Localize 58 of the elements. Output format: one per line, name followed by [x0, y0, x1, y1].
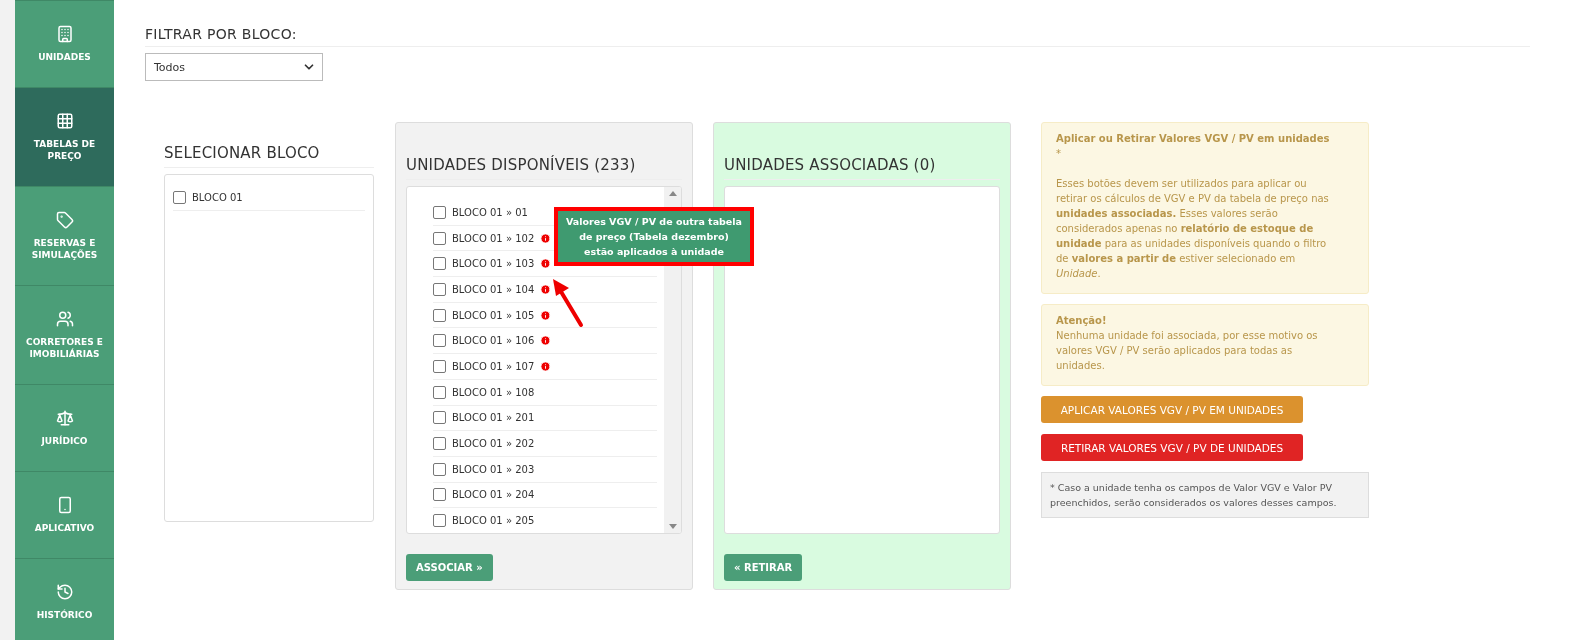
info-icon[interactable]	[540, 335, 552, 347]
tooltip: Valores VGV / PV de outra tabela de preço (Tabela dezembro) estão aplicados à unidade	[554, 207, 754, 266]
sidebar-item[interactable]: TABELAS DE PREÇO	[15, 87, 114, 186]
remove-button[interactable]: « RETIRAR	[724, 554, 803, 581]
checkbox[interactable]	[433, 437, 446, 451]
building-icon	[55, 25, 74, 43]
unit-label: BLOCO 01 » 203	[452, 463, 535, 475]
action-button[interactable]: APLICAR VALORES VGV / PV EM UNIDADES	[1041, 396, 1303, 423]
unit-label: BLOCO 01 » 107	[452, 360, 535, 372]
checkbox[interactable]	[433, 257, 446, 271]
checkbox[interactable]	[433, 334, 446, 348]
info-icon[interactable]	[540, 258, 552, 270]
checkbox[interactable]	[433, 231, 446, 245]
unit-label: BLOCO 01 » 205	[452, 515, 535, 527]
unit-label: BLOCO 01 » 01	[452, 206, 528, 218]
checkbox[interactable]	[433, 411, 446, 425]
unit-label: BLOCO 01 » 108	[452, 386, 535, 398]
arrow-annotation	[551, 278, 585, 328]
info-icon[interactable]	[540, 283, 552, 295]
info-text: Esses botões devem ser utilizados para aplicar ou retirar os cálculos de VGV e PV da tabela de preço nas unidades associadas. Esses valores serão considerados apenas no relatório de estoque de unidade para as unidades disponíveis quando o filtro de valores a partir de estiver selecionado em Unidade.	[1056, 177, 1330, 281]
tag-icon	[55, 211, 74, 229]
unit-label: BLOCO 01 » 202	[452, 438, 535, 450]
checkbox[interactable]	[433, 488, 446, 502]
block-label: BLOCO 01	[192, 191, 243, 203]
block-select[interactable]: Todos	[145, 53, 323, 81]
info-icon[interactable]	[540, 360, 552, 372]
checkbox[interactable]	[433, 514, 446, 528]
unit-label: BLOCO 01 » 102	[452, 232, 535, 244]
scale-icon	[55, 409, 74, 427]
unit-label: BLOCO 01 » 106	[452, 335, 535, 347]
checkbox[interactable]	[433, 282, 446, 296]
section-heading: UNIDADES ASSOCIADAS (0)	[724, 156, 1000, 180]
unit-label: BLOCO 01 » 105	[452, 309, 535, 321]
unit-label: BLOCO 01 » 201	[452, 412, 535, 424]
section-heading: UNIDADES DISPONÍVEIS (233)	[406, 156, 682, 180]
associate-button[interactable]: ASSOCIAR »	[406, 554, 493, 581]
action-button[interactable]: RETIRAR VALORES VGV / PV DE UNIDADES	[1041, 434, 1303, 461]
checkbox[interactable]	[433, 359, 446, 373]
info-title: Aplicar ou Retirar Valores VGV / PV em unidades	[1056, 132, 1331, 146]
warning-title: Atenção!	[1056, 314, 1108, 328]
checkbox[interactable]	[433, 308, 446, 322]
checkbox[interactable]	[433, 205, 446, 219]
unit-label: BLOCO 01 » 103	[452, 258, 535, 270]
checkbox[interactable]	[433, 462, 446, 476]
warning-text: Nenhuma unidade foi associada, por esse motivo os valores VGV / PV serão aplicados para todas as unidades.	[1056, 329, 1319, 373]
info-icon[interactable]	[540, 232, 552, 244]
filter-label: FILTRAR POR BLOCO:	[145, 26, 1530, 47]
note-text: * Caso a unidade tenha os campos de Valor VGV e Valor PV preenchidos, serão considerados os valores desses campos.	[1041, 472, 1369, 518]
history-icon	[55, 583, 74, 601]
unit-label: BLOCO 01 » 204	[452, 489, 535, 501]
unit-label: BLOCO 01 » 104	[452, 283, 535, 295]
users-icon	[55, 310, 74, 328]
checkbox[interactable]	[173, 190, 186, 204]
checkbox[interactable]	[433, 385, 446, 399]
section-heading: SELECIONAR BLOCO	[164, 144, 374, 168]
info-icon[interactable]	[540, 309, 552, 321]
grid-icon	[55, 112, 74, 130]
footnote-mark: *	[1056, 147, 1062, 161]
